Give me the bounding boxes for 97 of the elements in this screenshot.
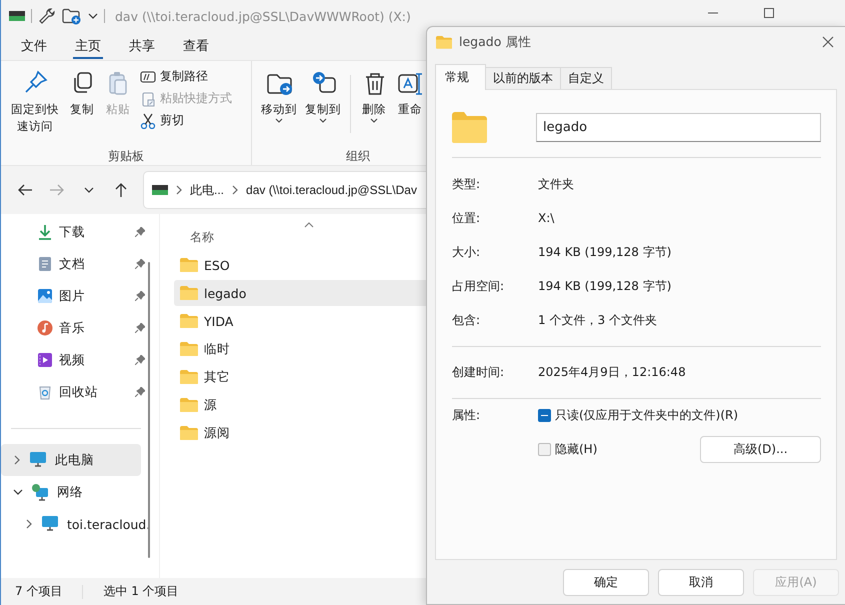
field-value: 194 KB (199,128 字节) xyxy=(538,244,672,260)
folder-icon xyxy=(180,286,198,300)
monitor-icon xyxy=(41,515,59,533)
forward-icon xyxy=(49,182,65,198)
advanced-button[interactable]: 高级(D)... xyxy=(700,436,821,463)
tree-item[interactable]: 此电脑 xyxy=(1,444,141,476)
scrollbar[interactable] xyxy=(148,262,150,558)
checkbox-label[interactable]: 只读(仅应用于文件夹中的文件)(R) xyxy=(555,407,738,424)
caret-icon xyxy=(88,12,98,20)
chevron-right-icon xyxy=(231,185,240,195)
chevron-down-icon xyxy=(84,186,94,194)
folder-icon xyxy=(180,258,198,272)
window-title: dav (\\toi.teracloud.jp@SSL\DavWWWRoot) (X:) xyxy=(115,8,411,24)
file-item[interactable]: 源 xyxy=(204,396,217,414)
wrench-icon[interactable] xyxy=(38,7,56,25)
folder-icon xyxy=(180,398,198,412)
menu-tab[interactable]: 查看 xyxy=(169,32,223,60)
recycle-bin-icon xyxy=(37,384,53,400)
dialog-button: 应用(A) xyxy=(753,568,839,596)
sidebar-item[interactable]: 音乐 xyxy=(59,320,129,336)
folder-icon xyxy=(436,36,452,48)
tree-item[interactable]: 网络 xyxy=(57,484,83,500)
field-label: 属性: xyxy=(452,407,482,424)
ribbon-button[interactable]: 固定到快速访问 xyxy=(7,67,63,147)
ribbon-button[interactable]: 剪切 xyxy=(137,111,235,130)
field-label: 类型: xyxy=(452,176,482,192)
file-item[interactable]: 其它 xyxy=(204,368,230,386)
ribbon-button[interactable]: 移动到 xyxy=(258,67,300,147)
breadcrumb[interactable]: 此电... xyxy=(190,182,224,198)
shortcut-icon xyxy=(140,90,156,106)
dialog-title: legado 属性 xyxy=(459,34,532,50)
field-label: 包含: xyxy=(452,312,482,328)
tab[interactable]: 常规 xyxy=(435,64,486,90)
sidebar-item[interactable]: 回收站 xyxy=(59,384,129,400)
folder-icon xyxy=(180,370,198,384)
maximize-icon xyxy=(764,8,774,18)
tree-item[interactable]: toi.teracloud. xyxy=(67,516,150,532)
field-value: 1 个文件，3 个文件夹 xyxy=(538,312,657,328)
ribbon-button[interactable]: 复制到 xyxy=(302,67,344,147)
folder-icon xyxy=(452,112,487,142)
file-item[interactable]: 源阅 xyxy=(204,424,230,442)
checkbox[interactable] xyxy=(538,409,551,422)
folder-icon xyxy=(180,342,198,356)
group-label: 剪贴板 xyxy=(107,148,145,165)
file-item[interactable]: YIDA xyxy=(204,314,234,328)
status-text: 选中 1 个项目 xyxy=(103,583,179,600)
checkbox-label[interactable]: 隐藏(H) xyxy=(555,441,598,458)
file-item[interactable]: 临时 xyxy=(204,340,230,358)
ribbon-button[interactable]: 删除 xyxy=(357,67,391,147)
drive-icon xyxy=(152,185,168,195)
ribbon-button[interactable]: 复制路径 xyxy=(137,67,235,86)
ribbon-button[interactable]: 复制 xyxy=(65,67,99,147)
field-value: 文件夹 xyxy=(538,176,574,192)
sidebar-item[interactable]: 下载 xyxy=(59,224,129,240)
scissors-icon xyxy=(140,112,156,128)
up-icon xyxy=(113,182,129,198)
ribbon-button[interactable]: 重命 xyxy=(393,67,427,147)
close-icon xyxy=(822,36,834,48)
field-label: 占用空间: xyxy=(452,278,506,294)
music-icon xyxy=(37,320,53,336)
field-label: 创建时间: xyxy=(452,364,506,380)
sidebar-item[interactable]: 视频 xyxy=(59,352,129,368)
menu-tab[interactable]: 主页 xyxy=(61,32,115,60)
sidebar-item[interactable]: 图片 xyxy=(59,288,129,304)
status-text: 7 个项目 xyxy=(15,583,62,600)
file-row[interactable]: legado xyxy=(174,280,426,306)
video-icon xyxy=(37,352,53,368)
breadcrumb[interactable]: dav (\\toi.teracloud.jp@SSL\Dav xyxy=(246,183,417,197)
menu-tab[interactable]: 共享 xyxy=(115,32,169,60)
field-value: 2025年4月9日，12:16:48 xyxy=(538,364,686,380)
dialog-button[interactable]: 确定 xyxy=(563,568,649,596)
sort-caret-icon xyxy=(304,222,314,228)
back-icon xyxy=(17,182,33,198)
field-label: 位置: xyxy=(452,210,482,226)
new-folder-icon[interactable] xyxy=(62,7,82,25)
tab[interactable]: 自定义 xyxy=(560,67,612,89)
column-header[interactable]: 名称 xyxy=(190,228,214,246)
field-label: 大小: xyxy=(452,244,482,260)
folder-icon xyxy=(180,314,198,328)
folder-icon xyxy=(180,426,198,440)
dialog-button[interactable]: 取消 xyxy=(658,568,744,596)
image-icon xyxy=(37,288,53,304)
download-icon xyxy=(37,224,53,240)
drive-icon xyxy=(9,11,25,21)
document-icon xyxy=(37,256,53,272)
group-label: 组织 xyxy=(345,148,371,165)
sidebar-item[interactable]: 文档 xyxy=(59,256,129,272)
field-value: 194 KB (199,128 字节) xyxy=(538,278,672,294)
chevron-right-icon xyxy=(175,185,183,195)
checkbox[interactable] xyxy=(538,443,551,456)
network-icon xyxy=(31,483,49,501)
field-value: X:\ xyxy=(538,211,554,225)
file-item[interactable]: ESO xyxy=(204,258,230,272)
path-icon xyxy=(140,68,156,84)
name-field[interactable]: legado xyxy=(536,112,821,142)
menu-tab[interactable]: 文件 xyxy=(7,32,61,60)
monitor-icon xyxy=(29,451,47,469)
